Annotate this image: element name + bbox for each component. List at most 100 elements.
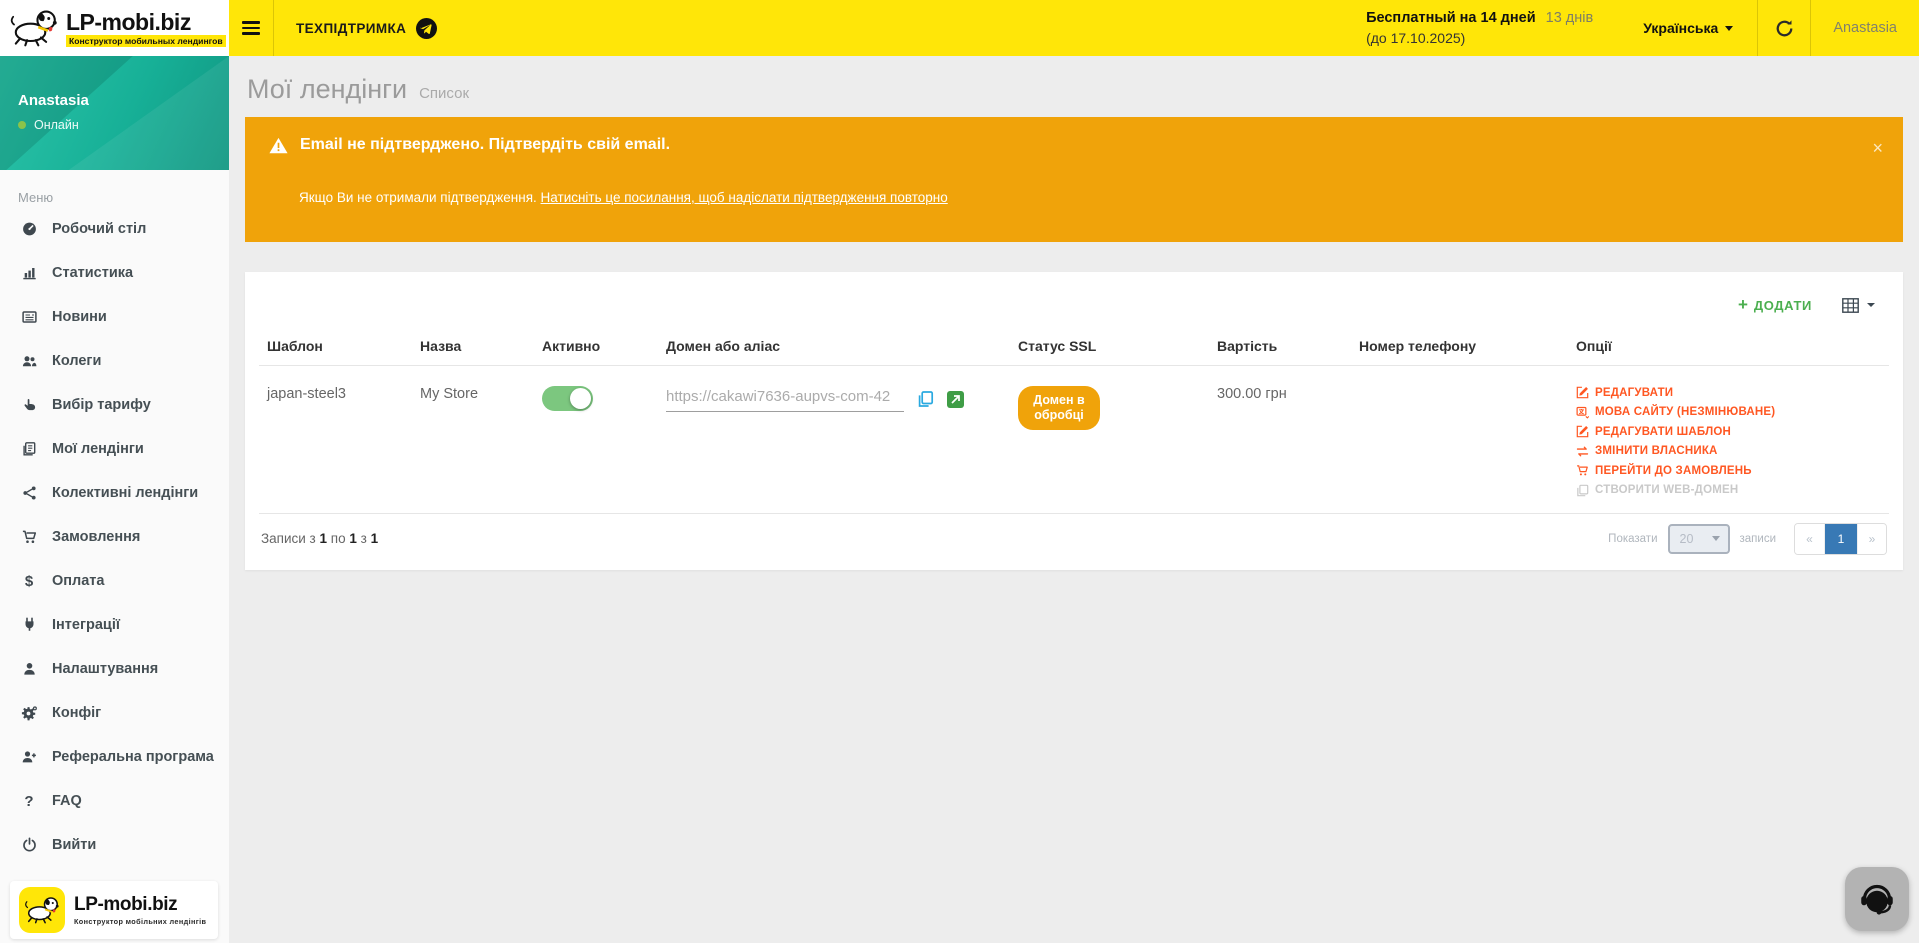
cell-price: 300.00 грн xyxy=(1209,366,1351,514)
headset-icon xyxy=(1857,879,1897,919)
user-icon xyxy=(19,661,39,677)
add-landing-button[interactable]: + ДОДАТИ xyxy=(1738,298,1812,313)
refresh-icon xyxy=(1775,19,1794,38)
plug-icon xyxy=(19,617,39,633)
bar-chart-icon xyxy=(19,265,39,281)
col-header-phone: Номер телефону xyxy=(1351,326,1568,366)
transfer-arrows-icon xyxy=(1576,445,1589,458)
language-label: Українська xyxy=(1643,20,1718,36)
app-icon xyxy=(19,887,65,933)
users-icon xyxy=(19,353,39,369)
cell-template: japan-steel3 xyxy=(259,366,412,514)
sidebar-user-name: Anastasia xyxy=(0,56,229,109)
dog-logo-icon xyxy=(8,7,60,49)
sidebar-item-collective-landings[interactable]: Колективні лендінги xyxy=(0,471,229,515)
sidebar-menu: Робочий стіл Статистика Новини Колеги Ви… xyxy=(0,207,229,867)
trial-until: (до 17.10.2025) xyxy=(1366,28,1593,48)
app-window: LP-mobi.biz Конструктор мобильных лендин… xyxy=(0,0,1919,943)
support-link[interactable]: ТЕХПІДТРИМКА xyxy=(274,0,463,56)
open-site-button[interactable] xyxy=(947,391,964,408)
col-header-ssl: Статус SSL xyxy=(1010,326,1209,366)
columns-view-button[interactable] xyxy=(1842,298,1875,313)
option-edit[interactable]: РЕДАГУВАТИ xyxy=(1576,386,1881,399)
edit-icon xyxy=(1576,425,1589,438)
landings-table: Шаблон Назва Активно Домен або аліас Ста… xyxy=(259,326,1889,514)
page-button-1[interactable]: 1 xyxy=(1824,524,1857,554)
dog-logo-icon xyxy=(23,895,61,925)
active-toggle[interactable] xyxy=(542,386,593,411)
brand-logo[interactable]: LP-mobi.biz Конструктор мобильных лендин… xyxy=(0,0,229,56)
option-edit-template[interactable]: РЕДАГУВАТИ ШАБЛОН xyxy=(1576,425,1881,438)
copy-domain-button[interactable] xyxy=(916,390,935,409)
edit-icon xyxy=(1576,386,1589,399)
col-header-template: Шаблон xyxy=(259,326,412,366)
sidebar-item-dashboard[interactable]: Робочий стіл xyxy=(0,207,229,251)
sidebar-footer-logo[interactable]: LP-mobi.biz Конструктор мобільних лендін… xyxy=(10,881,218,939)
online-status-dot xyxy=(18,121,26,129)
col-header-active: Активно xyxy=(534,326,658,366)
telegram-icon xyxy=(416,18,437,39)
external-link-icon xyxy=(947,391,964,408)
col-header-name: Назва xyxy=(412,326,534,366)
alert-text: Якщо Ви не отримали підтвердження. xyxy=(299,190,541,205)
page-title: Мої лендінги xyxy=(247,74,407,105)
sidebar-item-orders[interactable]: Замовлення xyxy=(0,515,229,559)
option-site-language[interactable]: МОВА САЙТУ (НЕЗМІНЮВАНЕ) xyxy=(1576,406,1881,419)
gears-icon xyxy=(19,705,39,721)
option-change-owner[interactable]: ЗМІНИТИ ВЛАСНИКА xyxy=(1576,445,1881,458)
sidebar-item-settings[interactable]: Налаштування xyxy=(0,647,229,691)
option-go-to-orders[interactable]: ПЕРЕЙТИ ДО ЗАМОВЛЕНЬ xyxy=(1576,464,1881,477)
main-content: Мої лендінги Список Email не підтверджен… xyxy=(229,56,1919,943)
sidebar-item-tariff[interactable]: Вибір тарифу xyxy=(0,383,229,427)
support-label: ТЕХПІДТРИМКА xyxy=(296,21,406,36)
power-icon xyxy=(19,837,39,853)
sidebar-item-statistics[interactable]: Статистика xyxy=(0,251,229,295)
col-header-price: Вартість xyxy=(1209,326,1351,366)
sidebar-item-referral[interactable]: Реферальна програма xyxy=(0,735,229,779)
support-chat-button[interactable] xyxy=(1845,867,1909,931)
close-icon[interactable]: × xyxy=(1872,141,1883,155)
table-footer: Записи з 1 по 1 з 1 Показати 20 записи «… xyxy=(259,514,1889,570)
sidebar-item-logout[interactable]: Вийти xyxy=(0,823,229,867)
row-options: РЕДАГУВАТИ МОВА САЙТУ (НЕЗМІНЮВАНЕ) РЕДА… xyxy=(1576,386,1881,497)
cart-icon xyxy=(1576,464,1589,477)
prev-page-button[interactable]: « xyxy=(1795,524,1824,554)
refresh-button[interactable] xyxy=(1758,0,1810,56)
sidebar-item-my-landings[interactable]: Мої лендінги xyxy=(0,427,229,471)
option-create-web-domain: СТВОРИТИ WEB-ДОМЕН xyxy=(1576,484,1881,497)
trial-days-left: 13 днів xyxy=(1546,10,1594,26)
online-status-label: Онлайн xyxy=(34,118,79,132)
sidebar-item-config[interactable]: Конфіг xyxy=(0,691,229,735)
pages-icon xyxy=(1576,484,1589,497)
hand-pointer-icon xyxy=(19,397,39,413)
brand-title: LP-mobi.biz xyxy=(66,10,226,34)
resend-confirmation-link[interactable]: Натисніть це посилання, щоб надіслати пі… xyxy=(541,190,948,205)
next-page-button[interactable]: » xyxy=(1857,524,1886,554)
sidebar-item-news[interactable]: Новини xyxy=(0,295,229,339)
page-subtitle: Список xyxy=(419,85,469,102)
cell-name: My Store xyxy=(412,366,534,514)
footer-logo-subtitle: Конструктор мобільних лендінгів xyxy=(74,917,206,926)
domain-input[interactable] xyxy=(666,386,904,412)
sidebar-item-faq[interactable]: ? FAQ xyxy=(0,779,229,823)
chevron-down-icon xyxy=(1867,303,1875,307)
table-grid-icon xyxy=(1842,298,1859,313)
landings-stack-icon xyxy=(19,441,39,457)
sidebar-item-payment[interactable]: $ Оплата xyxy=(0,559,229,603)
language-selector[interactable]: Українська xyxy=(1619,0,1757,56)
sidebar-item-integrations[interactable]: Інтеграції xyxy=(0,603,229,647)
dashboard-icon xyxy=(19,221,39,237)
brand-subtitle: Конструктор мобильных лендингов xyxy=(66,35,226,47)
sidebar-item-colleagues[interactable]: Колеги xyxy=(0,339,229,383)
share-icon xyxy=(19,485,39,501)
newspaper-icon xyxy=(19,309,39,325)
email-alert-banner: Email не підтверджено. Підтвердіть свій … xyxy=(245,117,1903,242)
hamburger-menu-icon[interactable] xyxy=(229,0,273,56)
user-plus-icon xyxy=(19,749,39,765)
page-size-select[interactable]: 20 xyxy=(1668,524,1730,554)
top-bar-yellow: ТЕХПІДТРИМКА Бесплатный на 14 дней 13 дн… xyxy=(229,0,1919,56)
table-header-row: Шаблон Назва Активно Домен або аліас Ста… xyxy=(259,326,1889,366)
footer-logo-title: LP-mobi.biz xyxy=(74,895,206,915)
topbar-username[interactable]: Anastasia xyxy=(1811,20,1919,36)
records-label: записи xyxy=(1740,533,1777,545)
